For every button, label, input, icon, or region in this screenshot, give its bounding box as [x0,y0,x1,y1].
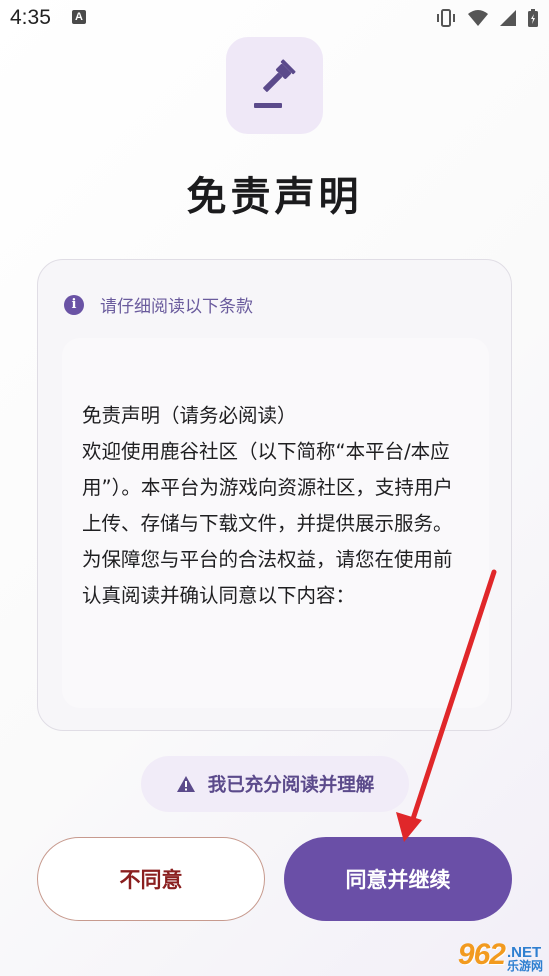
card-header-label: 请仔细阅读以下条款 [100,297,253,317]
battery-icon [528,9,538,27]
gavel-icon [254,59,296,108]
disclaimer-scroll-area[interactable]: 免责声明（请务必阅读） 欢迎使用鹿谷社区（以下简称“本平台/本应用”）。本平台为… [62,338,489,708]
gavel-icon-tile [226,37,323,134]
page-title: 免责声明 [186,174,363,220]
disclaimer-card: i 请仔细阅读以下条款 免责声明（请务必阅读） 欢迎使用鹿谷社区（以下简称“本平… [37,259,512,731]
signal-icon [500,10,516,26]
agree-continue-button[interactable]: 同意并继续 [284,837,512,921]
card-header: i 请仔细阅读以下条款 [64,292,253,317]
warning-icon [176,776,195,792]
acknowledge-label: 我已充分阅读并理解 [207,775,375,796]
status-time: 4:35 [10,6,51,29]
vibrate-icon [437,9,455,27]
watermark-number: 962 [457,938,506,971]
status-bar: 4:35 A [0,0,549,40]
watermark-cn: 乐游网 [506,959,543,973]
watermark-logo: 962 .NET 乐游网 [458,938,543,972]
info-icon: i [64,294,84,315]
disclaimer-text: 免责声明（请务必阅读） 欢迎使用鹿谷社区（以下简称“本平台/本应用”）。本平台为… [82,404,453,607]
decline-button[interactable]: 不同意 [37,837,265,921]
wifi-icon [468,10,488,26]
notification-a-icon: A [72,10,86,24]
status-icons [435,8,539,28]
acknowledge-chip[interactable]: 我已充分阅读并理解 [141,756,409,812]
watermark-net: .NET [506,944,542,961]
